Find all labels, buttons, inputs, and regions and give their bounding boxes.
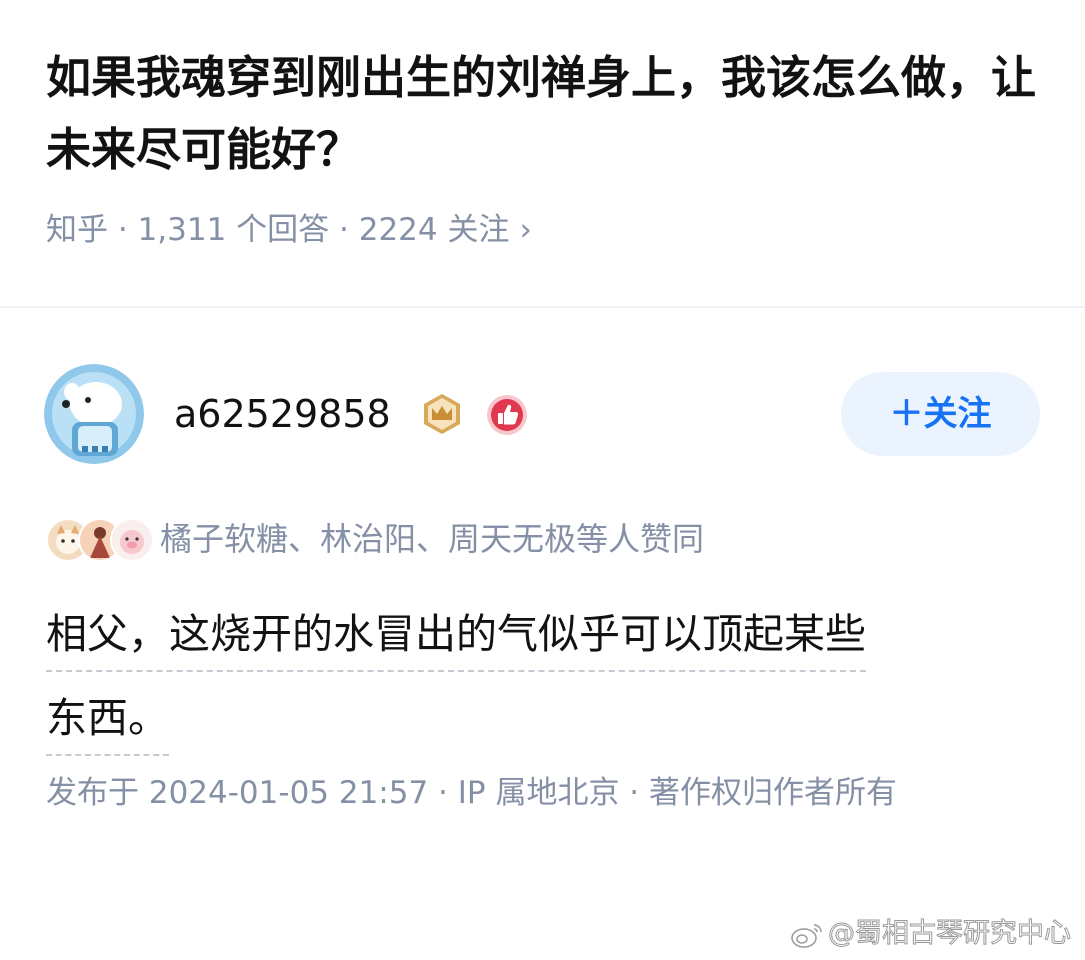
chevron-right-icon: › bbox=[519, 212, 532, 248]
watermark: @蜀相古琴研究中心 bbox=[790, 912, 1072, 956]
voters-text: 橘子软糖、林治阳、周天无极等人赞同 bbox=[160, 520, 705, 558]
section-divider bbox=[0, 306, 1085, 308]
question-meta[interactable]: 知乎 · 1,311 个回答 · 2224 关注 › bbox=[46, 207, 532, 253]
voters-row[interactable]: 橘子软糖、林治阳、周天无极等人赞同 bbox=[46, 516, 1046, 562]
question-stats: 知乎 · 1,311 个回答 · 2224 关注 bbox=[46, 212, 510, 248]
weibo-icon bbox=[791, 923, 822, 948]
voter-avatar bbox=[110, 518, 154, 562]
answer-line: 东西。 bbox=[46, 688, 169, 756]
answer-line: 相父，这烧开的水冒出的气似乎可以顶起某些 bbox=[46, 604, 866, 672]
author-avatar[interactable] bbox=[44, 364, 144, 464]
polar-bear-avatar-icon bbox=[44, 364, 144, 464]
pig-avatar-icon bbox=[112, 520, 152, 560]
thumbs-up-badge-icon bbox=[487, 395, 527, 435]
follow-button[interactable]: ＋关注 bbox=[841, 372, 1040, 456]
answer-body[interactable]: 相父，这烧开的水冒出的气似乎可以顶起某些 东西。 bbox=[46, 596, 1026, 764]
author-row: a62529858 ＋关注 bbox=[44, 364, 1040, 464]
voter-avatars bbox=[46, 518, 156, 562]
author-name[interactable]: a62529858 bbox=[174, 390, 391, 438]
crown-badge-icon bbox=[424, 394, 460, 434]
question-title[interactable]: 如果我魂穿到刚出生的刘禅身上，我该怎么做，让未来尽可能好？ bbox=[46, 42, 1036, 186]
watermark-text: @蜀相古琴研究中心 bbox=[828, 918, 1072, 950]
answer-meta: 发布于 2024-01-05 21:57 · IP 属地北京 · 著作权归作者所… bbox=[46, 775, 898, 811]
